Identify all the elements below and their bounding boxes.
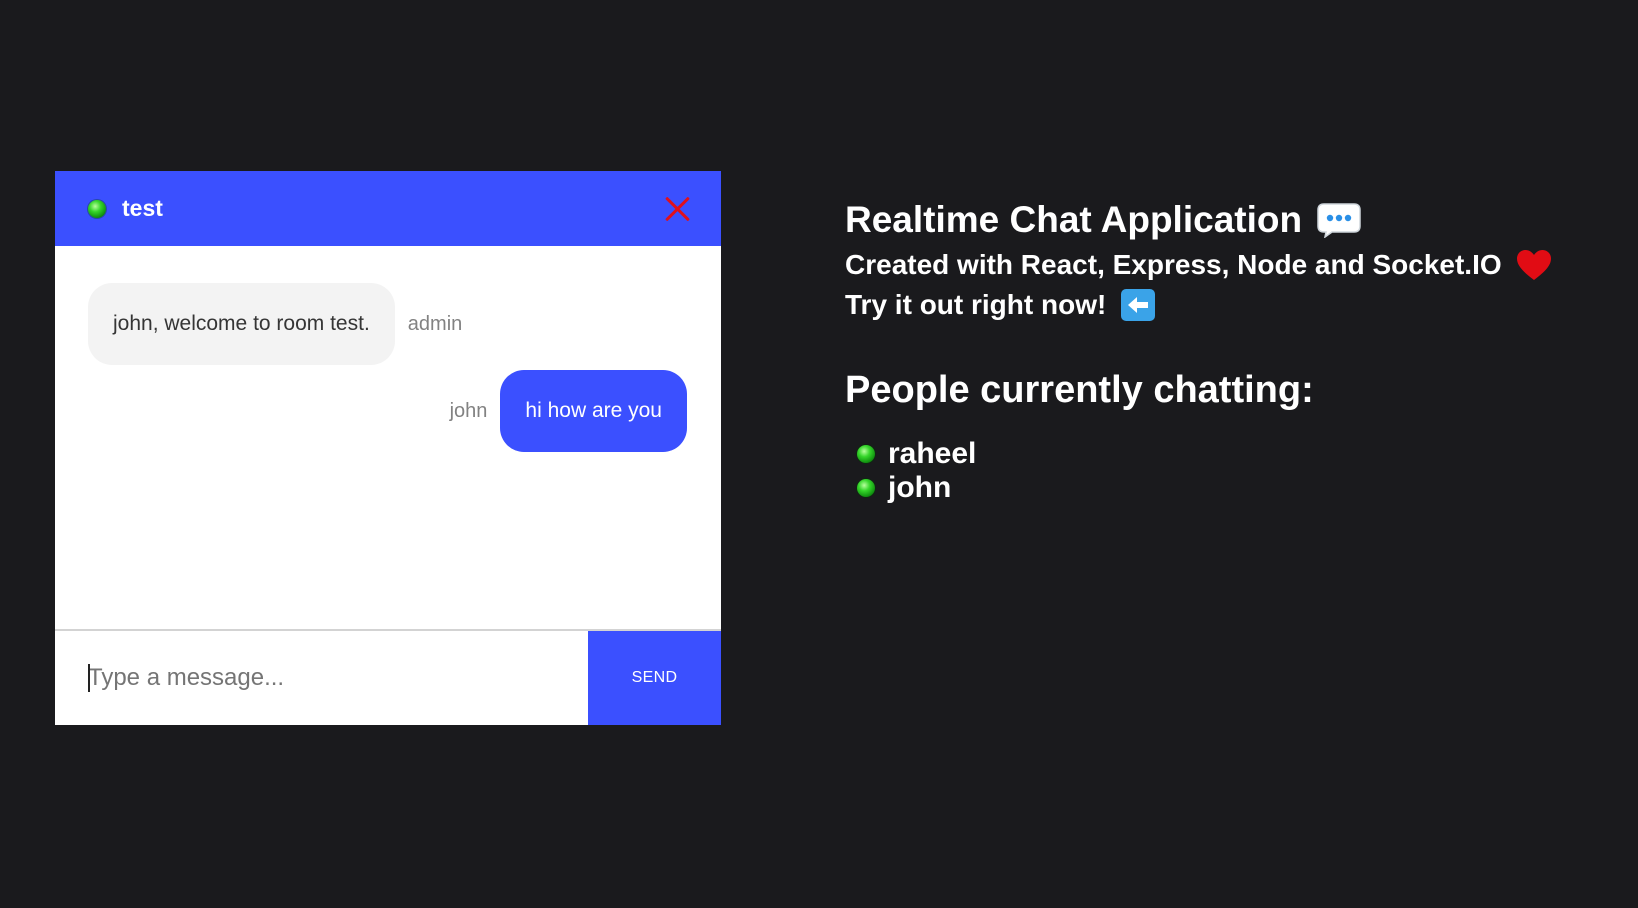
call-to-action-text: Try it out right now!	[845, 289, 1107, 320]
send-button[interactable]: SEND	[588, 631, 721, 725]
heart-icon	[1516, 250, 1551, 280]
app-subtitle-text: Created with React, Express, Node and So…	[845, 249, 1502, 280]
message-row: john hi how are you	[88, 370, 687, 452]
message-row: john, welcome to room test. admin	[88, 283, 687, 365]
page: test john, welcome to room test. admin j…	[0, 0, 1638, 908]
message-input[interactable]	[55, 631, 588, 725]
people-heading: People currently chatting:	[845, 368, 1314, 411]
room-name: test	[122, 195, 163, 221]
call-to-action: Try it out right now!	[845, 285, 1552, 325]
left-arrow-icon	[1121, 289, 1156, 321]
message-list: john, welcome to room test. admin john h…	[55, 246, 721, 631]
message-bubble: hi how are you	[500, 370, 687, 452]
online-dot-icon	[88, 199, 106, 218]
person-name: raheel	[888, 437, 977, 470]
close-icon[interactable]	[663, 195, 691, 223]
app-title-text: Realtime Chat Application	[845, 199, 1303, 240]
person-name: john	[888, 471, 952, 504]
speech-bubble-icon	[1317, 203, 1361, 238]
online-dot-icon	[857, 445, 875, 463]
chat-header: test	[55, 171, 721, 246]
list-item: john	[857, 471, 1552, 505]
message-bubble: john, welcome to room test.	[88, 283, 395, 365]
message-input-wrap	[55, 631, 588, 725]
message-composer: SEND	[55, 631, 721, 725]
message-sender: admin	[407, 312, 463, 335]
online-dot-icon	[857, 479, 875, 497]
text-cursor	[88, 664, 90, 692]
app-title: Realtime Chat Application	[845, 195, 1552, 245]
message-sender: john	[449, 399, 488, 422]
room-info: test	[88, 195, 163, 222]
list-item: raheel	[857, 437, 1552, 471]
chat-window: test john, welcome to room test. admin j…	[55, 171, 721, 725]
app-subtitle: Created with React, Express, Node and So…	[845, 245, 1552, 285]
info-panel: Realtime Chat Application Created with R…	[845, 195, 1552, 505]
people-list: raheel john	[857, 437, 1552, 505]
